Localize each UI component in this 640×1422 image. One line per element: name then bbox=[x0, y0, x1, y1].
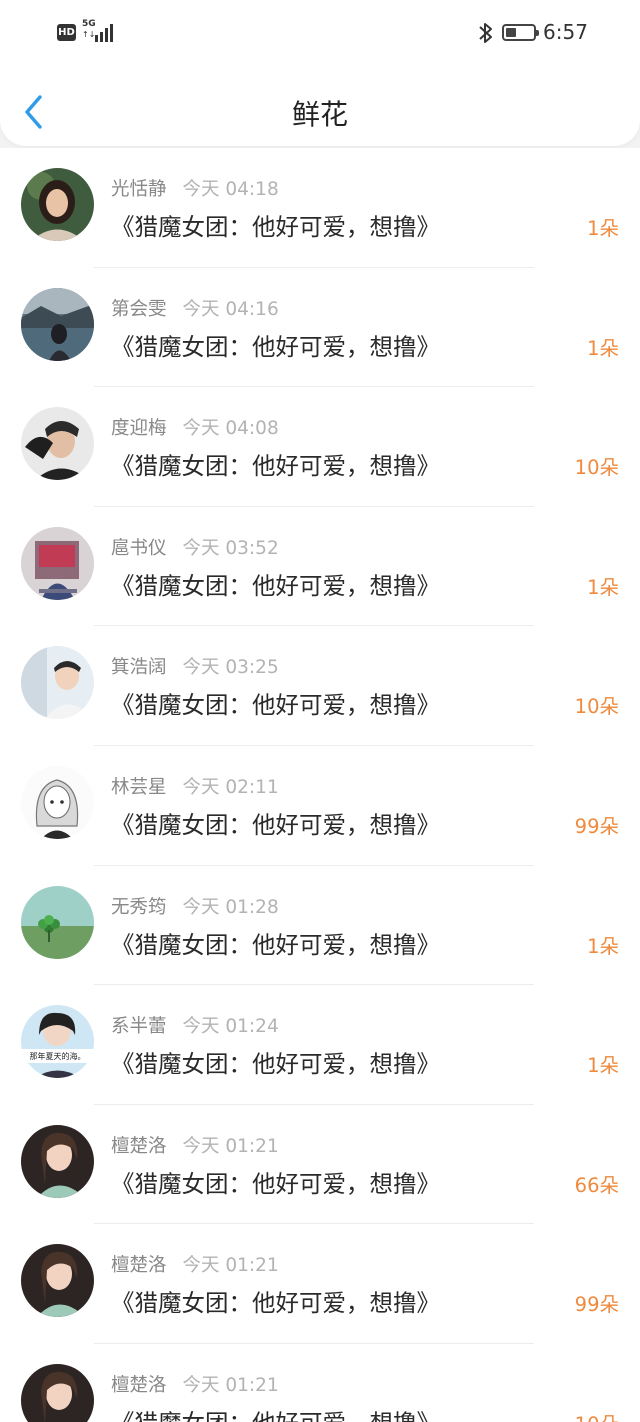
timestamp: 今天 01:21 bbox=[182, 1135, 279, 1157]
timestamp: 今天 04:08 bbox=[182, 418, 279, 440]
avatar[interactable] bbox=[21, 1124, 94, 1198]
gift-message: 《猎魔女团：他好可爱，想撸》 bbox=[111, 1050, 440, 1079]
list-item[interactable]: 无秀筠 今天 01:28 《猎魔女团：他好可爱，想撸》 1朵 bbox=[0, 866, 640, 986]
sender-name: 系半蕾 bbox=[111, 1016, 167, 1038]
list-item[interactable]: 檀楚洛 今天 01:21 《猎魔女团：他好可爱，想撸》 99朵 bbox=[0, 1224, 640, 1344]
timestamp: 今天 01:21 bbox=[182, 1255, 279, 1277]
battery-icon bbox=[502, 24, 539, 41]
flower-count: 1朵 bbox=[587, 575, 619, 599]
timestamp: 今天 01:28 bbox=[182, 896, 279, 918]
list-item[interactable]: 光恬静 今天 04:18 《猎魔女团：他好可爱，想撸》 1朵 bbox=[0, 148, 640, 268]
gift-message: 《猎魔女团：他好可爱，想撸》 bbox=[111, 691, 440, 720]
sender-name: 无秀筠 bbox=[111, 896, 167, 918]
gift-message: 《猎魔女团：他好可爱，想撸》 bbox=[111, 1289, 440, 1318]
avatar[interactable] bbox=[21, 287, 94, 361]
bluetooth-icon bbox=[479, 23, 492, 43]
sender-name: 光恬静 bbox=[111, 179, 167, 200]
sender-name: 檀楚洛 bbox=[111, 1255, 167, 1277]
avatar[interactable] bbox=[21, 526, 94, 600]
gift-message: 《猎魔女团：他好可爱，想撸》 bbox=[111, 452, 440, 481]
gift-message: 《猎魔女团：他好可爱，想撸》 bbox=[111, 1169, 440, 1198]
flower-count: 99朵 bbox=[574, 1293, 619, 1317]
timestamp: 今天 02:11 bbox=[182, 776, 279, 798]
sender-name: 林芸星 bbox=[111, 776, 167, 798]
avatar-caption: 那年夏天的海。 bbox=[30, 1051, 86, 1061]
avatar[interactable] bbox=[21, 168, 94, 241]
avatar[interactable] bbox=[21, 1244, 94, 1318]
timestamp: 今天 04:16 bbox=[182, 298, 279, 320]
gift-message: 《猎魔女团：他好可爱，想撸》 bbox=[111, 332, 440, 361]
flower-count: 10朵 bbox=[574, 695, 619, 719]
flower-count: 99朵 bbox=[574, 814, 619, 838]
gift-list: 光恬静 今天 04:18 《猎魔女团：他好可爱，想撸》 1朵 第会雯 今天 04:1… bbox=[0, 148, 640, 1422]
avatar[interactable] bbox=[21, 407, 94, 481]
timestamp: 今天 03:25 bbox=[182, 657, 279, 679]
hd-icon: HD bbox=[57, 24, 76, 41]
flower-count: 1朵 bbox=[587, 1054, 619, 1078]
list-item[interactable]: 林芸星 今天 02:11 《猎魔女团：他好可爱，想撸》 99朵 bbox=[0, 746, 640, 866]
list-item[interactable]: 扈书仪 今天 03:52 《猎魔女团：他好可爱，想撸》 1朵 bbox=[0, 507, 640, 627]
sender-name: 度迎梅 bbox=[111, 418, 167, 440]
list-item[interactable]: 那年夏天的海。 系半蕾 今天 01:24 《猎魔女团：他好可爱，想撸》 1朵 bbox=[0, 985, 640, 1105]
list-item[interactable]: 檀楚洛今天 01:21 《猎魔女团：他好可爱，想撸》 10朵 bbox=[0, 1344, 640, 1422]
status-bar: HD 5G ↑↓ 6:57 bbox=[0, 0, 640, 64]
status-time: 6:57 bbox=[543, 20, 588, 44]
sender-name: 第会雯 bbox=[111, 298, 167, 320]
timestamp: 今天 01:21 bbox=[182, 1374, 279, 1396]
gift-message: 《猎魔女团：他好可爱，想撸》 bbox=[111, 1404, 440, 1422]
avatar[interactable]: 那年夏天的海。 bbox=[21, 1005, 94, 1079]
signal-icon: 5G ↑↓ bbox=[82, 19, 116, 43]
list-item[interactable]: 檀楚洛 今天 01:21 《猎魔女团：他好可爱，想撸》 66朵 bbox=[0, 1105, 640, 1225]
sender-name: 箕浩阔 bbox=[111, 657, 167, 679]
flower-count: 10朵 bbox=[574, 456, 619, 480]
sender-name: 扈书仪 bbox=[111, 537, 167, 559]
sender-name: 檀楚洛 bbox=[111, 1135, 167, 1157]
timestamp: 今天 01:24 bbox=[182, 1016, 279, 1038]
flower-count: 1朵 bbox=[587, 336, 619, 360]
list-item[interactable]: 第会雯 今天 04:16 《猎魔女团：他好可爱，想撸》 1朵 bbox=[0, 268, 640, 388]
timestamp: 今天 04:18 bbox=[182, 179, 279, 200]
gift-message: 《猎魔女团：他好可爱，想撸》 bbox=[111, 930, 440, 959]
page-title: 鲜花 bbox=[291, 98, 348, 131]
sender-name: 檀楚洛 bbox=[111, 1374, 167, 1396]
avatar[interactable] bbox=[21, 885, 94, 959]
flower-count: 1朵 bbox=[587, 217, 619, 240]
top-bar: HD 5G ↑↓ 6:57 鲜花 bbox=[0, 0, 640, 146]
timestamp: 今天 03:52 bbox=[182, 537, 279, 559]
flower-count: 10朵 bbox=[575, 1408, 619, 1422]
avatar[interactable] bbox=[21, 646, 94, 720]
list-item[interactable]: 箕浩阔 今天 03:25 《猎魔女团：他好可爱，想撸》 10朵 bbox=[0, 626, 640, 746]
avatar[interactable] bbox=[21, 1363, 94, 1422]
avatar[interactable] bbox=[21, 765, 94, 839]
flower-count: 66朵 bbox=[574, 1173, 619, 1197]
gift-message: 《猎魔女团：他好可爱，想撸》 bbox=[111, 213, 440, 241]
flower-count: 1朵 bbox=[587, 934, 619, 958]
list-item[interactable]: 度迎梅 今天 04:08 《猎魔女团：他好可爱，想撸》 10朵 bbox=[0, 387, 640, 507]
gift-message: 《猎魔女团：他好可爱，想撸》 bbox=[111, 810, 440, 839]
gift-message: 《猎魔女团：他好可爱，想撸》 bbox=[111, 571, 440, 600]
